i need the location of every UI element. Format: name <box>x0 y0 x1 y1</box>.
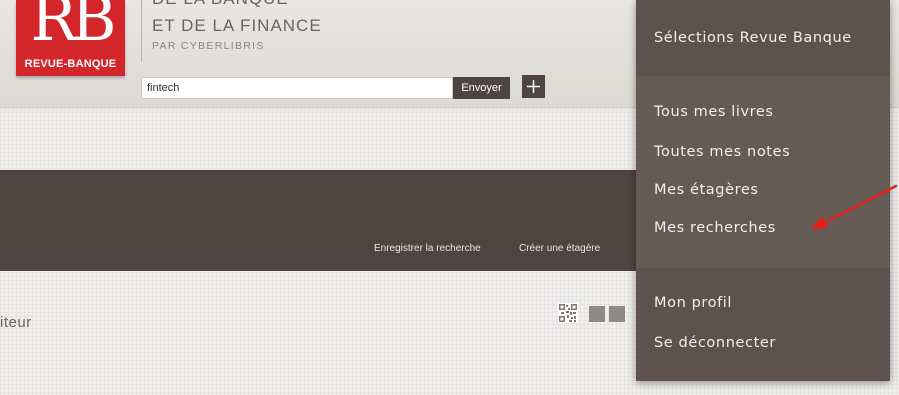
red-arrow-annotation <box>811 184 898 229</box>
